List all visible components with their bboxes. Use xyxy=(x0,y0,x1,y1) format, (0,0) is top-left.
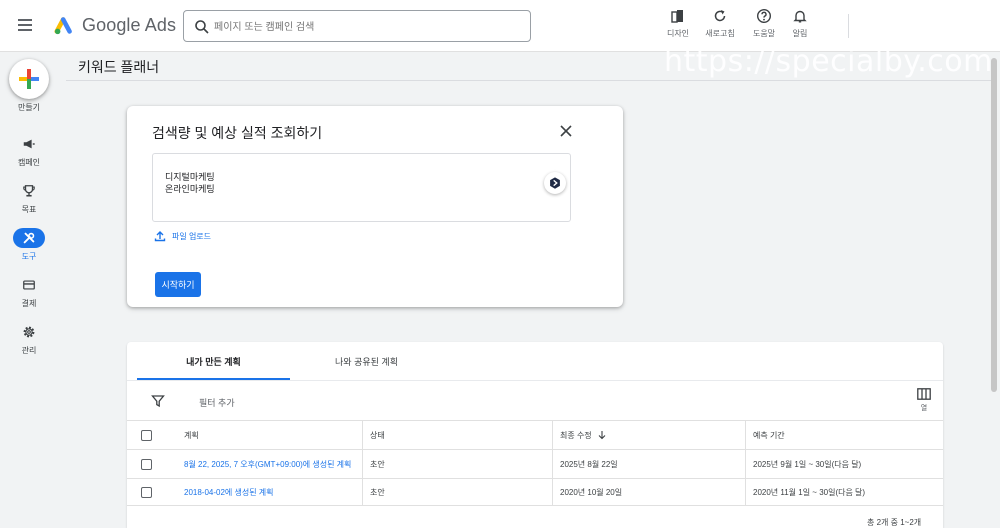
table-row: 8월 22, 2025, 7 오후(GMT+09:00)에 생성된 계획 초안 … xyxy=(127,449,943,478)
card-title: 검색량 및 예상 실적 조회하기 xyxy=(152,125,323,141)
rail-item-goals[interactable]: 목표 xyxy=(0,181,58,215)
header-divider xyxy=(66,80,992,81)
appearance-icon xyxy=(671,10,683,23)
filter-icon[interactable] xyxy=(151,394,165,408)
rail-item-campaigns[interactable]: 캠페인 xyxy=(0,134,58,168)
period-cell: 2025년 9월 1일 ~ 30일(다음 달) xyxy=(745,450,943,478)
table-header-row: 계획 상태 최종 수정 예측 기간 xyxy=(127,420,943,449)
upload-icon xyxy=(154,231,166,242)
plans-panel: 내가 만든 계획 나와 공유된 계획 필터 추가 열 계획 상태 최종 수정 예… xyxy=(127,342,943,528)
create-button[interactable] xyxy=(9,59,49,99)
rail-label: 도구 xyxy=(21,252,37,261)
table-row: 2018-04-02에 생성된 계획 초안 2020년 10월 20일 2020… xyxy=(127,478,943,506)
plan-name-cell: 2018-04-02에 생성된 계획 xyxy=(177,479,357,505)
tabs-divider xyxy=(127,380,943,381)
tab-my-plans[interactable]: 내가 만든 계획 xyxy=(137,342,290,380)
page-scrollbar[interactable] xyxy=(991,58,997,392)
start-button[interactable]: 시작하기 xyxy=(155,272,201,297)
menu-icon[interactable] xyxy=(18,16,38,36)
header-period[interactable]: 예측 기간 xyxy=(745,421,943,449)
row-select-cell xyxy=(134,479,164,505)
row-checkbox[interactable] xyxy=(141,458,152,470)
upload-file-link[interactable]: 파일 업로드 xyxy=(154,230,211,242)
appearance-button[interactable]: 디자인 xyxy=(660,8,696,39)
rail-label: 캠페인 xyxy=(17,158,41,167)
page-title: 키워드 플래너 xyxy=(78,59,160,75)
gear-icon xyxy=(23,326,35,338)
plan-link[interactable]: 2018-04-02에 생성된 계획 xyxy=(184,487,274,498)
upload-label: 파일 업로드 xyxy=(172,231,212,241)
columns-icon xyxy=(917,388,931,400)
select-all-checkbox[interactable] xyxy=(141,429,152,441)
create-label: 만들기 xyxy=(17,103,41,112)
brand-name: Google Ads xyxy=(82,14,177,35)
help-label: 도움말 xyxy=(752,29,776,38)
search-box[interactable] xyxy=(183,10,531,42)
pagination-summary: 총 2개 중 1~2개 xyxy=(867,518,922,527)
refresh-icon xyxy=(714,10,726,22)
extension-badge[interactable] xyxy=(544,172,566,194)
row-select-cell xyxy=(134,450,164,478)
refresh-button[interactable]: 새로고침 xyxy=(702,8,738,39)
columns-label: 열 xyxy=(920,405,928,412)
header-plan[interactable]: 계획 xyxy=(177,421,362,449)
sort-down-icon xyxy=(598,431,606,440)
help-icon xyxy=(756,8,772,24)
header-status[interactable]: 상태 xyxy=(362,421,557,449)
select-all-cell xyxy=(134,421,164,449)
tab-shared-plans[interactable]: 나와 공유된 계획 xyxy=(290,342,443,380)
appearance-label: 디자인 xyxy=(666,29,690,38)
credit-card-icon xyxy=(23,280,35,290)
rail-label: 목표 xyxy=(21,205,37,214)
close-icon[interactable] xyxy=(559,124,573,138)
extension-icon xyxy=(550,177,560,189)
plan-name-cell: 8월 22, 2025, 7 오후(GMT+09:00)에 생성된 계획 xyxy=(177,450,357,478)
period-cell: 2020년 11월 1일 ~ 30일(다음 달) xyxy=(745,479,943,505)
google-ads-logo[interactable]: Google Ads xyxy=(54,14,176,36)
megaphone-icon xyxy=(23,139,35,149)
rail-label: 관리 xyxy=(21,346,37,355)
refresh-label: 새로고침 xyxy=(705,29,735,38)
plan-link[interactable]: 8월 22, 2025, 7 오후(GMT+09:00)에 생성된 계획 xyxy=(184,459,351,470)
add-filter-button[interactable]: 필터 추가 xyxy=(199,396,235,409)
trophy-icon xyxy=(23,185,35,197)
modified-cell: 2025년 8월 22일 xyxy=(552,450,745,478)
notifications-label: 알림 xyxy=(792,29,808,38)
rail-item-admin[interactable]: 관리 xyxy=(0,322,58,356)
columns-button[interactable]: 열 xyxy=(915,388,933,413)
tools-icon xyxy=(23,232,35,244)
status-cell: 초안 xyxy=(362,450,557,478)
keyword-line: 온라인마케팅 xyxy=(165,184,215,194)
search-input[interactable] xyxy=(214,17,514,37)
help-button[interactable]: 도움말 xyxy=(746,8,782,39)
row-checkbox[interactable] xyxy=(141,486,152,498)
watermark: https://specialby.com xyxy=(664,44,993,79)
bell-icon xyxy=(793,10,807,23)
forecast-card: 검색량 및 예상 실적 조회하기 디지털마케팅 온라인마케팅 파일 업로드 시작… xyxy=(127,106,623,307)
header-modified[interactable]: 최종 수정 xyxy=(552,421,745,449)
keywords-textarea[interactable]: 디지털마케팅 온라인마케팅 xyxy=(152,153,571,222)
modified-cell: 2020년 10월 20일 xyxy=(552,479,745,505)
rail-item-billing[interactable]: 결제 xyxy=(0,275,58,309)
notifications-button[interactable]: 알림 xyxy=(782,8,818,39)
divider xyxy=(848,14,849,38)
status-cell: 초안 xyxy=(362,479,557,505)
search-icon xyxy=(195,20,209,34)
ads-logo-icon xyxy=(54,17,72,35)
rail-item-tools[interactable]: 도구 xyxy=(0,228,58,262)
header-modified-label: 최종 수정 xyxy=(560,430,592,440)
rail-label: 결제 xyxy=(21,299,37,308)
plus-icon xyxy=(19,69,39,89)
